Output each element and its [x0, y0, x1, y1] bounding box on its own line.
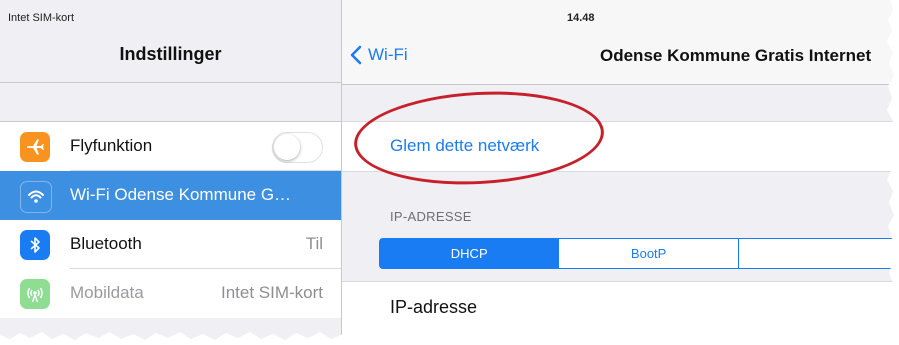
sidebar-item-airplane[interactable]: Flyfunktion — [0, 122, 341, 171]
ip-mode-segmented-control: DHCP BootP — [379, 238, 899, 269]
torn-edge-right — [887, 0, 899, 345]
sidebar-item-mobile-data[interactable]: Mobildata Intet SIM-kort — [0, 269, 341, 318]
back-label: Wi-Fi — [368, 45, 408, 64]
segment-bootp[interactable]: BootP — [559, 239, 739, 268]
red-annotation-ellipse — [351, 85, 607, 191]
torn-edge-bottom — [0, 332, 899, 345]
airplane-toggle[interactable] — [272, 132, 323, 163]
segment-dhcp[interactable]: DHCP — [380, 239, 560, 268]
screenshot-frame: Intet SIM-kort Indstillinger Flyfunktion — [0, 0, 899, 345]
page-title: Odense Kommune Gratis Internet — [600, 46, 872, 65]
chevron-left-icon — [350, 45, 362, 65]
sidebar-item-label: Wi-Fi Odense Kommune G… — [70, 185, 292, 204]
settings-group: Flyfunktion Wi-Fi Odense Kommune G… Blue… — [0, 121, 341, 318]
bluetooth-icon — [20, 230, 50, 260]
segment-static[interactable] — [739, 239, 899, 268]
sidebar-item-wifi[interactable]: Wi-Fi Odense Kommune G… — [0, 171, 341, 220]
sidebar-item-bluetooth[interactable]: Bluetooth Til — [0, 220, 341, 269]
ip-address-label: IP-adresse — [390, 297, 478, 317]
sidebar-item-label: Bluetooth — [70, 234, 142, 253]
airplane-icon — [20, 132, 50, 162]
wifi-detail-pane: 14.48 Wi-Fi Odense Kommune Gratis Intern… — [342, 0, 899, 345]
mobile-data-status: Intet SIM-kort — [220, 283, 323, 302]
ip-section-header: IP-ADRESSE — [390, 209, 472, 224]
settings-sidebar: Intet SIM-kort Indstillinger Flyfunktion — [0, 0, 342, 345]
navigation-bar: 14.48 Wi-Fi Odense Kommune Gratis Intern… — [342, 0, 899, 85]
sidebar-item-label: Mobildata — [70, 283, 144, 302]
toggle-knob — [274, 134, 300, 160]
sidebar-title: Indstillinger — [119, 44, 222, 64]
wifi-icon — [20, 181, 52, 213]
status-time: 14.48 — [567, 12, 595, 24]
divider — [0, 82, 341, 83]
carrier-status: Intet SIM-kort — [8, 12, 75, 24]
antenna-icon — [20, 279, 50, 309]
bluetooth-status: Til — [305, 234, 323, 253]
sidebar-item-label: Flyfunktion — [70, 136, 153, 155]
back-button[interactable]: Wi-Fi — [350, 45, 408, 65]
